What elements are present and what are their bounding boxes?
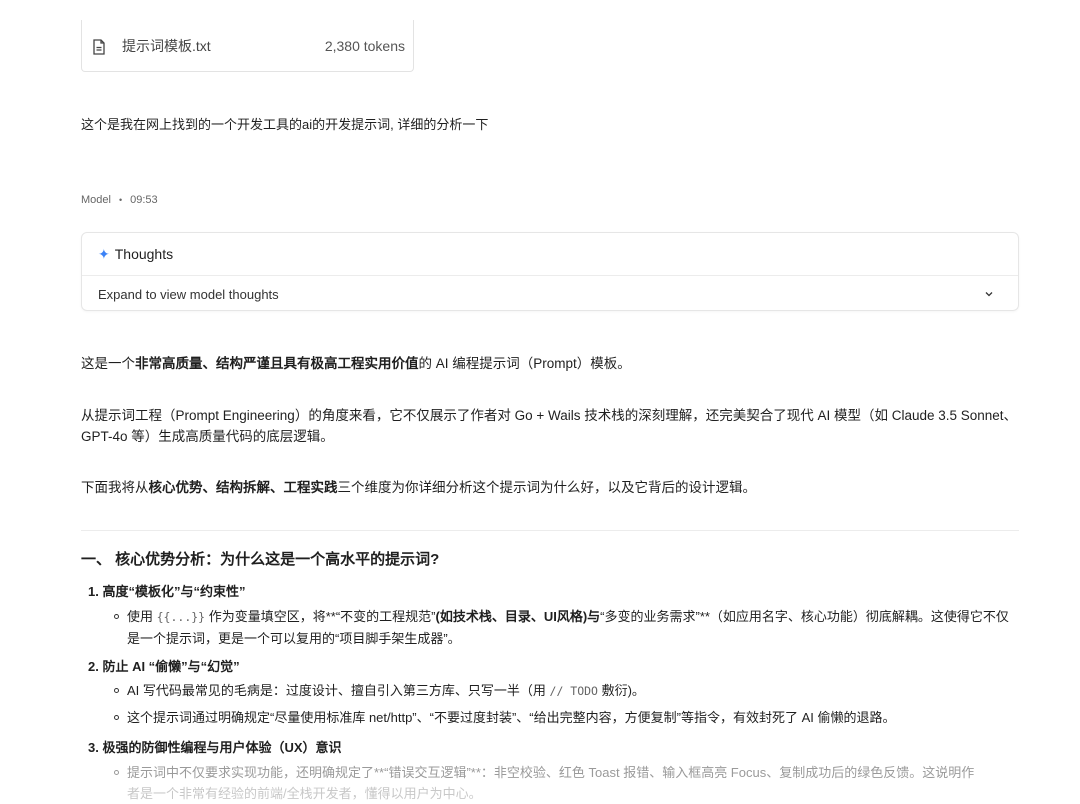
- bullet-marker: [114, 688, 119, 693]
- p1-post: 的 AI 编程提示词（Prompt）模板。: [418, 356, 631, 371]
- attachment-token-count: 2,380 tokens: [324, 37, 405, 54]
- bullet-text: 这个提示词通过明确规定“尽量使用标准库 net/http”、“不要过度封装”、“…: [127, 710, 896, 725]
- bullet-text: 作为变量填空区，将**“不变的工程规范”: [205, 609, 436, 624]
- list-item-bullet: 提示词中不仅要求实现功能，还明确规定了**“错误交互逻辑”**：非空校验、红色 …: [114, 762, 1020, 804]
- attachment-file-name: 提示词模板.txt: [122, 37, 211, 54]
- list-item-bullet: 这个提示词通过明确规定“尽量使用标准库 net/http”、“不要过度封装”、“…: [114, 707, 1020, 728]
- section-heading: 一、 核心优势分析：为什么这是一个高水平的提示词?: [81, 551, 440, 568]
- list-item-bullet: 使用 {{...}} 作为变量填空区，将**“不变的工程规范”(如技术栈、目录、…: [114, 606, 1020, 649]
- inline-code: {{...}}: [156, 610, 206, 624]
- list-item-title: 2. 防止 AI “偷懒”与“幻觉”: [88, 659, 240, 674]
- bullet-text: 者是一个非常有经验的前端/全栈开发者，懂得以用户为中心。: [127, 786, 482, 801]
- expand-thoughts-label: Expand to view model thoughts: [98, 286, 279, 302]
- thoughts-panel: ✦ Thoughts Expand to view model thoughts: [81, 232, 1019, 311]
- model-meta: Model • 09:53: [81, 194, 158, 206]
- bullet-text: 敷衍)。: [597, 683, 645, 698]
- p3-pre: 下面我将从: [81, 480, 149, 495]
- bullet-marker: [114, 715, 119, 720]
- response-paragraph-1: 这是一个非常高质量、结构严谨且具有极高工程实用价值的 AI 编程提示词（Prom…: [81, 353, 1019, 374]
- bullet-text: 使用: [127, 609, 157, 624]
- p1-bold: 非常高质量、结构严谨且具有极高工程实用价值: [135, 356, 419, 371]
- bullet-marker: [114, 614, 119, 619]
- bullet-bold: (如技术栈、目录、UI风格)与: [435, 609, 601, 624]
- inline-code: // TODO: [549, 684, 598, 698]
- p1-pre: 这是一个: [81, 356, 135, 371]
- thoughts-title: Thoughts: [114, 246, 174, 262]
- thoughts-header: ✦ Thoughts: [82, 233, 1018, 276]
- document-icon: [93, 38, 105, 55]
- expand-thoughts-toggle[interactable]: Expand to view model thoughts: [82, 276, 1018, 312]
- bullet-marker: [114, 770, 119, 775]
- p3-post: 三个维度为你详细分析这个提示词为什么好，以及它背后的设计逻辑。: [337, 480, 757, 495]
- response-paragraph-2: 从提示词工程（Prompt Engineering）的角度来看，它不仅展示了作者…: [81, 408, 1018, 444]
- list-item-title: 3. 极强的防御性编程与用户体验（UX）意识: [88, 740, 342, 755]
- model-timestamp: 09:53: [130, 194, 158, 206]
- bullet-text: 提示词中不仅要求实现功能，还明确规定了**“错误交互逻辑”**：非空校验、红色 …: [127, 765, 975, 780]
- attachment-card[interactable]: 提示词模板.txt 2,380 tokens: [81, 20, 414, 72]
- section-divider: [81, 530, 1019, 531]
- bullet-text: AI 写代码最常见的毛病是：过度设计、擅自引入第三方库、只写一半（用: [127, 683, 550, 698]
- list-item-bullet: AI 写代码最常见的毛病是：过度设计、擅自引入第三方库、只写一半（用 // TO…: [114, 680, 1020, 702]
- model-role-label: Model: [81, 194, 111, 206]
- user-message: 这个是我在网上找到的一个开发工具的ai的开发提示词, 详细的分析一下: [81, 117, 489, 132]
- chevron-down-icon: [985, 292, 993, 297]
- response-paragraph-3: 下面我将从核心优势、结构拆解、工程实践三个维度为你详细分析这个提示词为什么好，以…: [81, 477, 1019, 498]
- meta-separator: •: [118, 195, 123, 205]
- p3-bold: 核心优势、结构拆解、工程实践: [148, 480, 338, 495]
- sparkle-icon: ✦: [98, 245, 110, 262]
- list-item-title: 1. 高度“模板化”与“约束性”: [88, 584, 246, 599]
